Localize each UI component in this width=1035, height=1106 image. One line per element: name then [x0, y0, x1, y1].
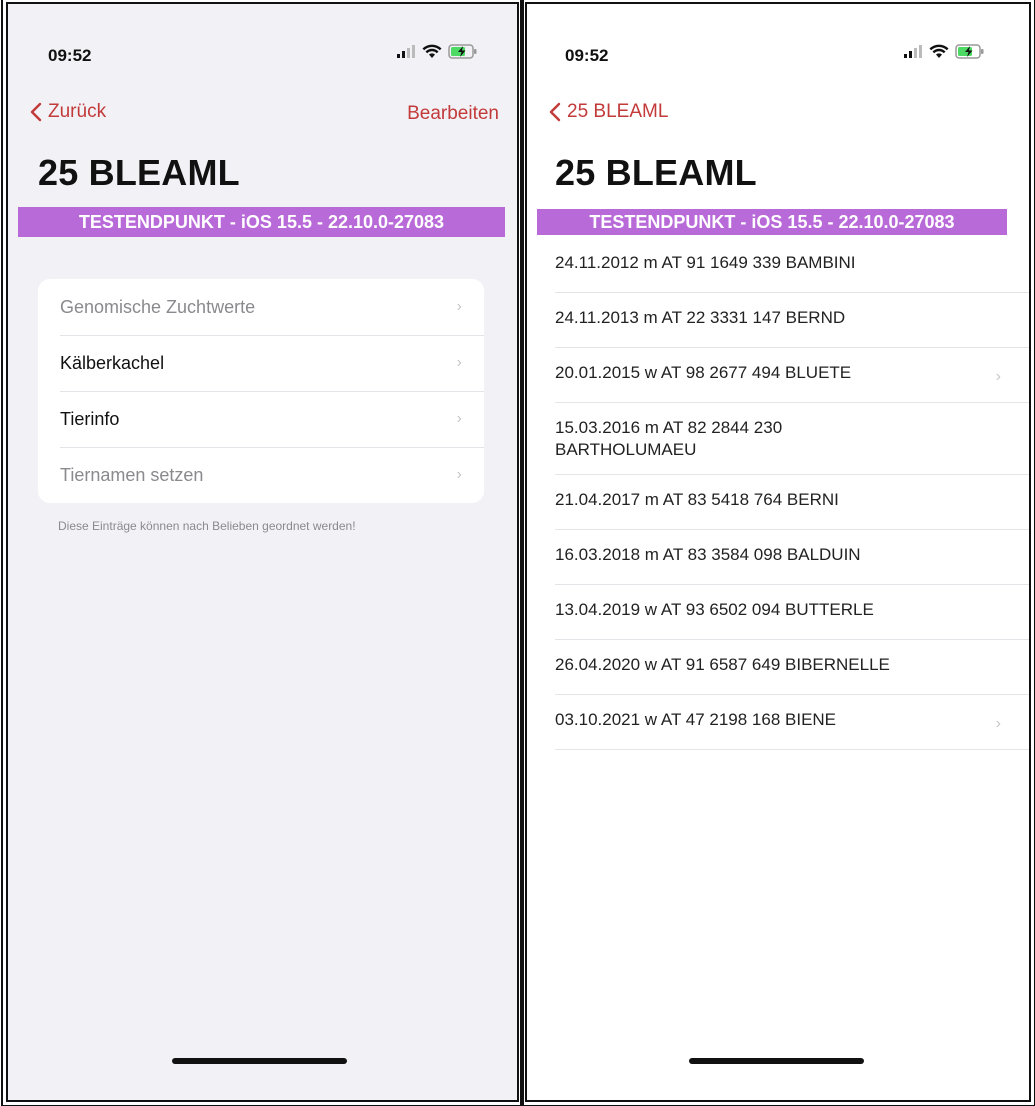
list-item[interactable]: 24.11.2012 m AT 91 1649 339 BAMBINI — [555, 238, 1029, 293]
list-item[interactable]: 13.04.2019 w AT 93 6502 094 BUTTERLE — [555, 585, 1029, 640]
menu-item-tiernamen-setzen[interactable]: Tiernamen setzen › — [38, 447, 484, 503]
cellular-signal-icon — [397, 44, 415, 58]
back-button[interactable]: 25 BLEAML — [549, 101, 668, 123]
environment-banner: TESTENDPUNKT - iOS 15.5 - 22.10.0-27083 — [18, 207, 505, 237]
list-item[interactable]: 24.11.2013 m AT 22 3331 147 BERND — [555, 293, 1029, 348]
navigation-bar: 25 BLEAML — [527, 99, 1029, 135]
list-item-label: 24.11.2013 m AT 22 3331 147 BERND — [555, 308, 846, 327]
cellular-signal-icon — [904, 44, 922, 58]
list-item-label: 16.03.2018 m AT 83 3584 098 BALDUIN — [555, 545, 861, 564]
battery-charging-icon — [448, 44, 477, 59]
chevron-right-icon: › — [995, 715, 1001, 732]
offspring-list: 24.11.2012 m AT 91 1649 339 BAMBINI 24.1… — [555, 238, 1029, 750]
menu-item-label: Tierinfo — [60, 408, 120, 429]
page-title: 25 BLEAML — [555, 152, 757, 193]
menu-item-label: Genomische Zuchtwerte — [60, 296, 256, 317]
wifi-icon — [929, 44, 949, 58]
battery-charging-icon — [955, 44, 984, 59]
navigation-bar: Zurück Bearbeiten — [8, 99, 517, 135]
left-phone-screen: 09:52 Zurück Bearbeiten 25 BLEAML TESTEN… — [1, 0, 524, 1106]
back-button-label: 25 BLEAML — [567, 101, 669, 122]
edit-button[interactable]: Bearbeiten — [407, 103, 499, 125]
home-indicator[interactable] — [172, 1058, 347, 1064]
list-item-label: 21.04.2017 m AT 83 5418 764 BERNI — [555, 490, 839, 509]
list-item[interactable]: 03.10.2021 w AT 47 2198 168 BIENE › — [555, 695, 1029, 750]
status-bar: 09:52 — [8, 4, 517, 84]
list-item[interactable]: 16.03.2018 m AT 83 3584 098 BALDUIN — [555, 530, 1029, 585]
back-button-label: Zurück — [48, 101, 107, 122]
wifi-icon — [422, 44, 442, 58]
list-item[interactable]: 26.04.2020 w AT 91 6587 649 BIBERNELLE — [555, 640, 1029, 695]
status-time: 09:52 — [48, 46, 92, 65]
menu-item-kaelberkachel[interactable]: Kälberkachel › — [38, 335, 484, 391]
menu-item-tierinfo[interactable]: Tierinfo › — [38, 391, 484, 447]
chevron-left-icon — [30, 102, 42, 122]
chevron-right-icon: › — [456, 298, 462, 315]
list-item[interactable]: 21.04.2017 m AT 83 5418 764 BERNI — [555, 475, 1029, 530]
home-indicator[interactable] — [689, 1058, 864, 1064]
back-button[interactable]: Zurück — [30, 101, 106, 123]
screenshot-frame: 09:52 Zurück Bearbeiten 25 BLEAML TESTEN… — [0, 0, 1035, 1106]
status-icons — [396, 44, 478, 59]
list-item-label: 24.11.2012 m AT 91 1649 339 BAMBINI — [555, 253, 856, 272]
page-title: 25 BLEAML — [38, 152, 240, 193]
chevron-right-icon: › — [456, 354, 462, 371]
list-item-label: 13.04.2019 w AT 93 6502 094 BUTTERLE — [555, 600, 874, 619]
menu-footnote: Diese Einträge können nach Belieben geor… — [58, 519, 356, 533]
list-item-label: 15.03.2016 m AT 82 2844 230 BARTHOLUMAEU — [555, 418, 783, 459]
list-item-label: 03.10.2021 w AT 47 2198 168 BIENE — [555, 710, 837, 729]
chevron-left-icon — [549, 102, 561, 122]
chevron-right-icon: › — [995, 368, 1001, 385]
list-item-label: 26.04.2020 w AT 91 6587 649 BIBERNELLE — [555, 655, 890, 674]
menu-item-label: Tiernamen setzen — [60, 464, 204, 485]
status-bar: 09:52 — [527, 4, 1029, 84]
right-phone-screen: 09:52 25 BLEAML 25 BLEAML TESTENDPUNKT -… — [520, 0, 1035, 1106]
menu-item-label: Kälberkachel — [60, 352, 165, 373]
list-item[interactable]: 15.03.2016 m AT 82 2844 230 BARTHOLUMAEU — [555, 403, 1029, 475]
environment-banner: TESTENDPUNKT - iOS 15.5 - 22.10.0-27083 — [537, 209, 1007, 235]
menu-group: Genomische Zuchtwerte › Kälberkachel › T… — [38, 279, 484, 503]
list-item-label: 20.01.2015 w AT 98 2677 494 BLUETE — [555, 363, 852, 382]
menu-item-genomische-zuchtwerte[interactable]: Genomische Zuchtwerte › — [38, 279, 484, 335]
chevron-right-icon: › — [456, 410, 462, 427]
status-time: 09:52 — [565, 46, 609, 65]
list-item[interactable]: 20.01.2015 w AT 98 2677 494 BLUETE › — [555, 348, 1029, 403]
status-icons — [903, 44, 985, 59]
chevron-right-icon: › — [456, 466, 462, 483]
